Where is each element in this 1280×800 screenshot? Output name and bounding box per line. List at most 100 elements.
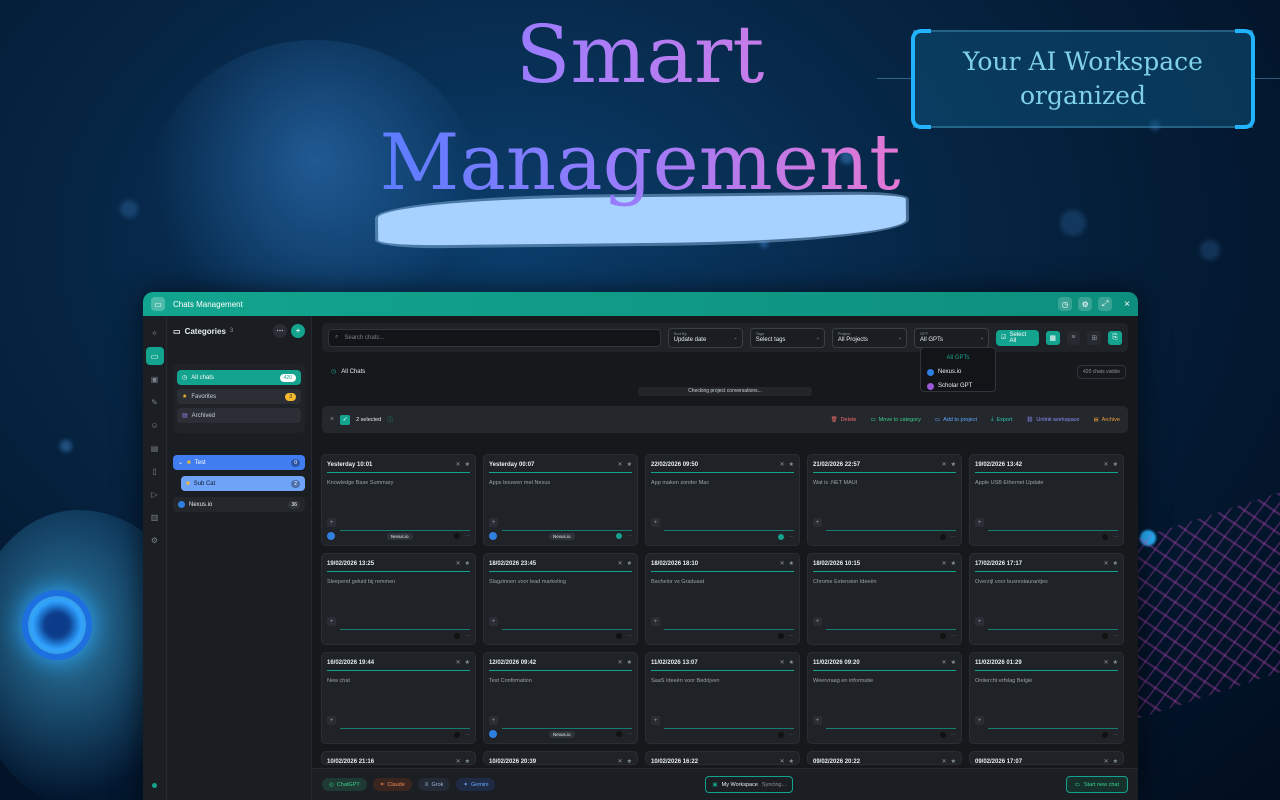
chat-card[interactable]: 11/02/2026 01:29 ✕ ★ Ontiercht erfslag Belg… bbox=[969, 652, 1124, 744]
provider-gemini[interactable]: ✦ Gemini bbox=[456, 778, 496, 791]
sparkle-icon[interactable]: ✧ bbox=[146, 324, 164, 342]
history-icon[interactable]: ◷ bbox=[1058, 297, 1073, 311]
more-icon[interactable]: ⋯ bbox=[951, 732, 956, 738]
more-icon[interactable]: ⋯ bbox=[627, 633, 632, 639]
add-tag-button[interactable]: + bbox=[651, 716, 660, 725]
star-icon[interactable]: ★ bbox=[789, 758, 794, 764]
select-all-button[interactable]: ☑ Select All bbox=[996, 329, 1039, 346]
chat-card[interactable]: 11/02/2026 13:07 ✕ ★ SaaS Ideeën voor Bedri… bbox=[645, 652, 800, 744]
chat-card[interactable]: 18/02/2026 18:10 ✕ ★ Bachelor vs Graduaat + ⋯ bbox=[645, 553, 800, 645]
select-checkbox[interactable] bbox=[454, 732, 460, 738]
unpin-icon[interactable]: ✕ bbox=[780, 461, 785, 468]
unlink-workspace-button[interactable]: ⛓ Unlink workspace bbox=[1026, 417, 1079, 423]
select-checkbox[interactable] bbox=[1102, 732, 1108, 738]
export-button[interactable]: ⤓ Export bbox=[991, 416, 1012, 423]
add-tag-button[interactable]: + bbox=[489, 518, 498, 527]
unpin-icon[interactable]: ✕ bbox=[942, 560, 947, 567]
star-icon[interactable]: ★ bbox=[627, 461, 632, 468]
select-checkbox[interactable] bbox=[778, 633, 784, 639]
add-tag-button[interactable]: + bbox=[327, 518, 336, 527]
select-checkbox[interactable] bbox=[940, 633, 946, 639]
add-to-project-button[interactable]: ▭ Add to project bbox=[935, 417, 977, 423]
settings-icon[interactable]: ⚙ bbox=[1078, 297, 1093, 311]
star-icon[interactable]: ★ bbox=[951, 461, 956, 468]
select-checkbox[interactable] bbox=[454, 533, 460, 539]
unpin-icon[interactable]: ✕ bbox=[1104, 659, 1109, 666]
chat-card[interactable]: 11/02/2026 09:20 ✕ ★ Weervraag en informati… bbox=[807, 652, 962, 744]
select-checkbox[interactable] bbox=[616, 533, 622, 539]
unpin-icon[interactable]: ✕ bbox=[942, 461, 947, 468]
expand-icon[interactable]: ⤢ bbox=[1098, 297, 1113, 311]
grid-view-icon[interactable]: ▦ bbox=[1045, 330, 1060, 345]
unpin-icon[interactable]: ✕ bbox=[456, 560, 461, 567]
unpin-icon[interactable]: ✕ bbox=[942, 659, 947, 666]
unpin-icon[interactable]: ✕ bbox=[780, 758, 785, 764]
add-category-button[interactable]: + bbox=[291, 324, 305, 338]
gpt-option-scholar[interactable]: Scholar GPT bbox=[921, 379, 995, 393]
sort-select[interactable]: Sort By Update date ⌄ bbox=[667, 327, 743, 348]
document-icon[interactable]: ▯ bbox=[146, 462, 164, 480]
add-tag-button[interactable]: + bbox=[651, 518, 660, 527]
unpin-icon[interactable]: ✕ bbox=[618, 461, 623, 468]
selection-checkbox[interactable]: ✓ bbox=[340, 414, 351, 425]
add-tag-button[interactable]: + bbox=[813, 617, 822, 626]
add-tag-button[interactable]: + bbox=[489, 716, 498, 725]
search-input[interactable]: ⌕ Search chats... bbox=[328, 328, 661, 347]
chat-card[interactable]: 09/02/2026 20:22 ✕ ★ bbox=[807, 751, 962, 765]
select-checkbox[interactable] bbox=[616, 731, 622, 737]
add-tag-button[interactable]: + bbox=[813, 518, 822, 527]
unpin-icon[interactable]: ✕ bbox=[780, 560, 785, 567]
star-icon[interactable]: ★ bbox=[627, 659, 632, 666]
chat-card[interactable]: 19/02/2026 13:25 ✕ ★ Sleepend geluid bij re… bbox=[321, 553, 476, 645]
more-icon[interactable]: ⋯ bbox=[465, 633, 470, 639]
chat-card[interactable]: Yesterday 10:01 ✕ ★ Knowledge Base Summary +… bbox=[321, 454, 476, 546]
more-icon[interactable]: ⋯ bbox=[951, 633, 956, 639]
unpin-icon[interactable]: ✕ bbox=[618, 659, 623, 666]
workspace-indicator[interactable]: ▣ My Workspace Syncing... bbox=[705, 776, 794, 793]
star-icon[interactable]: ★ bbox=[951, 560, 956, 567]
more-icon[interactable]: ⋯ bbox=[1113, 534, 1118, 540]
more-icon[interactable]: ⋯ bbox=[465, 732, 470, 738]
select-checkbox[interactable] bbox=[778, 732, 784, 738]
unpin-icon[interactable]: ✕ bbox=[456, 659, 461, 666]
chat-card[interactable]: 09/02/2026 17:07 ✕ ★ bbox=[969, 751, 1124, 765]
add-tag-button[interactable]: + bbox=[975, 617, 984, 626]
chat-card[interactable]: 10/02/2026 21:16 ✕ ★ bbox=[321, 751, 476, 765]
star-icon[interactable]: ★ bbox=[465, 758, 470, 764]
chat-card[interactable]: 19/02/2026 13:42 ✕ ★ Apple USB Ethernet Upd… bbox=[969, 454, 1124, 546]
star-icon[interactable]: ★ bbox=[951, 659, 956, 666]
provider-chatgpt[interactable]: ◎ ChatGPT bbox=[322, 778, 367, 791]
gear-icon[interactable]: ⚙ bbox=[146, 531, 164, 549]
gpt-option-nexus[interactable]: Nexus.io bbox=[921, 365, 995, 379]
more-icon[interactable]: ⋯ bbox=[273, 324, 287, 338]
unpin-icon[interactable]: ✕ bbox=[618, 758, 623, 764]
sidebar-item-all-chats[interactable]: ◷ All chats 420 bbox=[177, 370, 301, 385]
star-icon[interactable]: ★ bbox=[789, 560, 794, 567]
export-icon[interactable]: ⎘ bbox=[1108, 330, 1122, 345]
select-checkbox[interactable] bbox=[940, 534, 946, 540]
unpin-icon[interactable]: ✕ bbox=[1104, 560, 1109, 567]
select-checkbox[interactable] bbox=[454, 633, 460, 639]
add-tag-button[interactable]: + bbox=[813, 716, 822, 725]
archive-icon[interactable]: ▤ bbox=[146, 439, 164, 457]
chat-card[interactable]: 17/02/2026 17:17 ✕ ★ Overzijl voor busresta… bbox=[969, 553, 1124, 645]
star-icon[interactable]: ★ bbox=[1113, 560, 1118, 567]
unpin-icon[interactable]: ✕ bbox=[942, 758, 947, 764]
chat-card[interactable]: 10/02/2026 20:39 ✕ ★ bbox=[483, 751, 638, 765]
image-icon[interactable]: ▣ bbox=[146, 370, 164, 388]
chat-card[interactable]: 12/02/2026 09:42 ✕ ★ Test Confirmation + Nexu… bbox=[483, 652, 638, 744]
star-icon[interactable]: ★ bbox=[789, 659, 794, 666]
more-icon[interactable]: ⋯ bbox=[627, 731, 632, 737]
provider-grok[interactable]: X Grok bbox=[417, 778, 451, 791]
star-icon[interactable]: ★ bbox=[1113, 758, 1118, 764]
project-select[interactable]: Project All Projects ⌄ bbox=[831, 327, 907, 348]
more-icon[interactable]: ⋯ bbox=[951, 534, 956, 540]
more-icon[interactable]: ⋯ bbox=[789, 732, 794, 738]
more-icon[interactable]: ⋯ bbox=[789, 633, 794, 639]
sidebar-item-favorites[interactable]: ★ Favorites 3 bbox=[177, 389, 301, 404]
folder-nexus[interactable]: Nexus.io 36 bbox=[173, 497, 305, 512]
star-icon[interactable]: ★ bbox=[789, 461, 794, 468]
star-icon[interactable]: ★ bbox=[627, 758, 632, 764]
star-icon[interactable]: ★ bbox=[465, 560, 470, 567]
chat-card[interactable]: 21/02/2026 22:57 ✕ ★ Wat is .NET MAUI + ⋯ bbox=[807, 454, 962, 546]
